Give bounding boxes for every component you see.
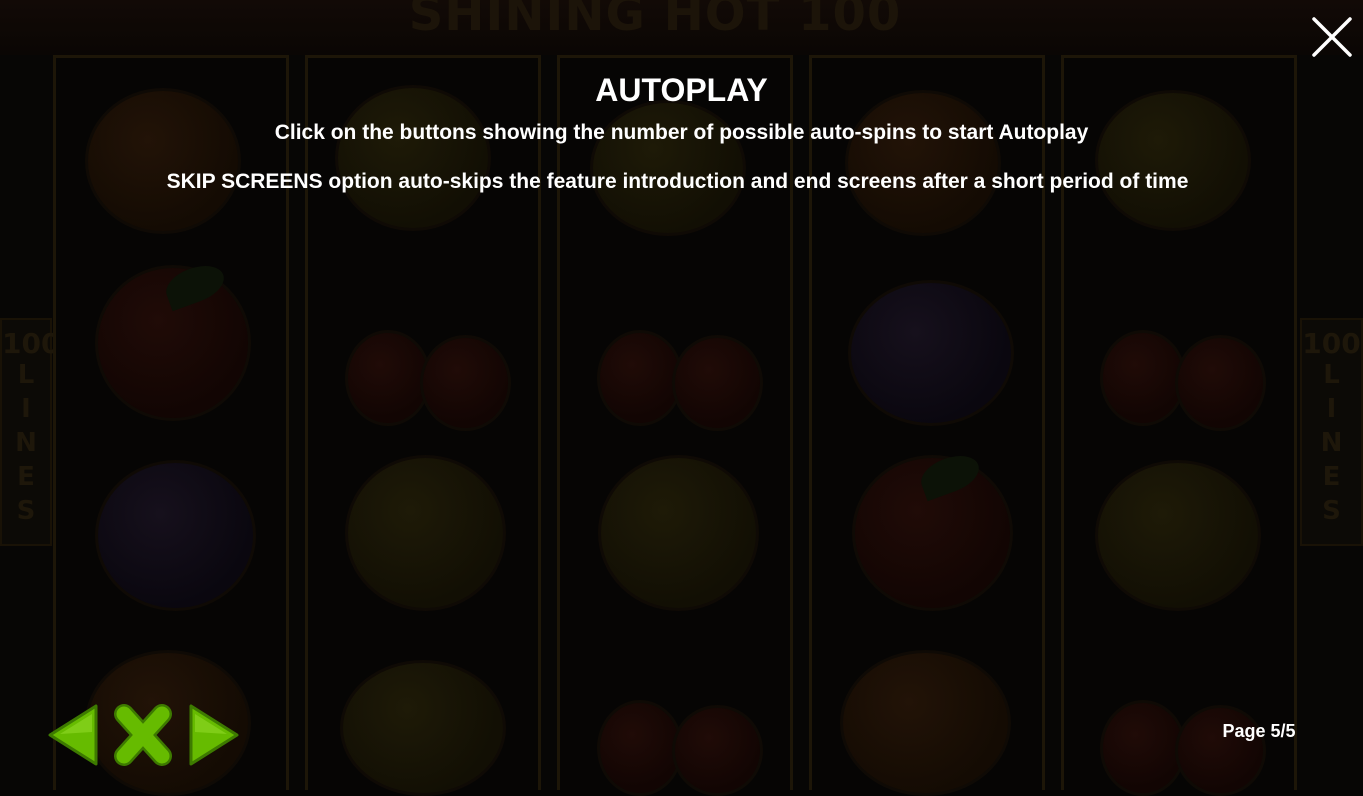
page-indicator: Page 5/5: [1222, 721, 1296, 741]
lines-letter: S: [16, 496, 36, 526]
x-icon: [114, 704, 172, 766]
lines-letter: E: [17, 462, 35, 492]
previous-page-button[interactable]: [46, 702, 100, 768]
help-page-title: AUTOPLAY: [595, 72, 768, 108]
lines-count-right: 100: [1302, 327, 1361, 360]
banana-symbol: [340, 660, 506, 796]
close-icon: [1312, 17, 1352, 57]
banana-symbol: [1095, 460, 1261, 611]
lines-letter: L: [17, 360, 35, 390]
orange-symbol: [845, 90, 1001, 236]
lines-letter: S: [1322, 496, 1341, 526]
cherry-symbol: [1175, 705, 1266, 796]
cherry-symbol: [1100, 700, 1186, 796]
arrow-left-icon: [48, 704, 98, 766]
game-logo: SHINING HOT 100: [408, 0, 902, 42]
lines-panel-right: 100 L I N E S: [1300, 318, 1363, 546]
lines-letter: I: [1326, 394, 1337, 424]
close-button[interactable]: [1310, 15, 1354, 59]
orange-symbol: [85, 88, 241, 234]
plum-symbol: [95, 460, 256, 611]
cherry-symbol: [1100, 330, 1186, 426]
cherry-symbol: [597, 700, 683, 796]
next-page-button[interactable]: [187, 702, 241, 768]
lines-letter: L: [1323, 360, 1340, 390]
arrow-right-icon: [189, 704, 239, 766]
cherry-symbol: [672, 335, 763, 431]
lines-count-left: 100: [2, 327, 61, 360]
lines-letter: N: [15, 428, 37, 458]
lines-letter: I: [21, 394, 31, 424]
game-background: SHINING HOT 100 100 L I N E S 100 L I N …: [0, 0, 1363, 796]
lines-letter: N: [1320, 428, 1343, 458]
help-text-line-1: Click on the buttons showing the number …: [274, 121, 1089, 144]
lines-letter: E: [1322, 462, 1341, 492]
lemon-symbol: [598, 455, 759, 611]
cherry-symbol: [1175, 335, 1266, 431]
banana-symbol: [1095, 90, 1251, 231]
cherry-symbol: [672, 705, 763, 796]
exit-help-button[interactable]: [112, 702, 174, 768]
lines-panel-left: 100 L I N E S: [0, 318, 61, 546]
cherry-symbol: [345, 330, 431, 426]
cherry-symbol: [597, 330, 683, 426]
cherry-symbol: [420, 335, 511, 431]
lemon-symbol: [345, 455, 506, 611]
orange-symbol: [840, 650, 1011, 796]
help-text-line-2: SKIP SCREENS option auto-skips the featu…: [166, 170, 1189, 193]
plum-symbol: [848, 280, 1014, 426]
